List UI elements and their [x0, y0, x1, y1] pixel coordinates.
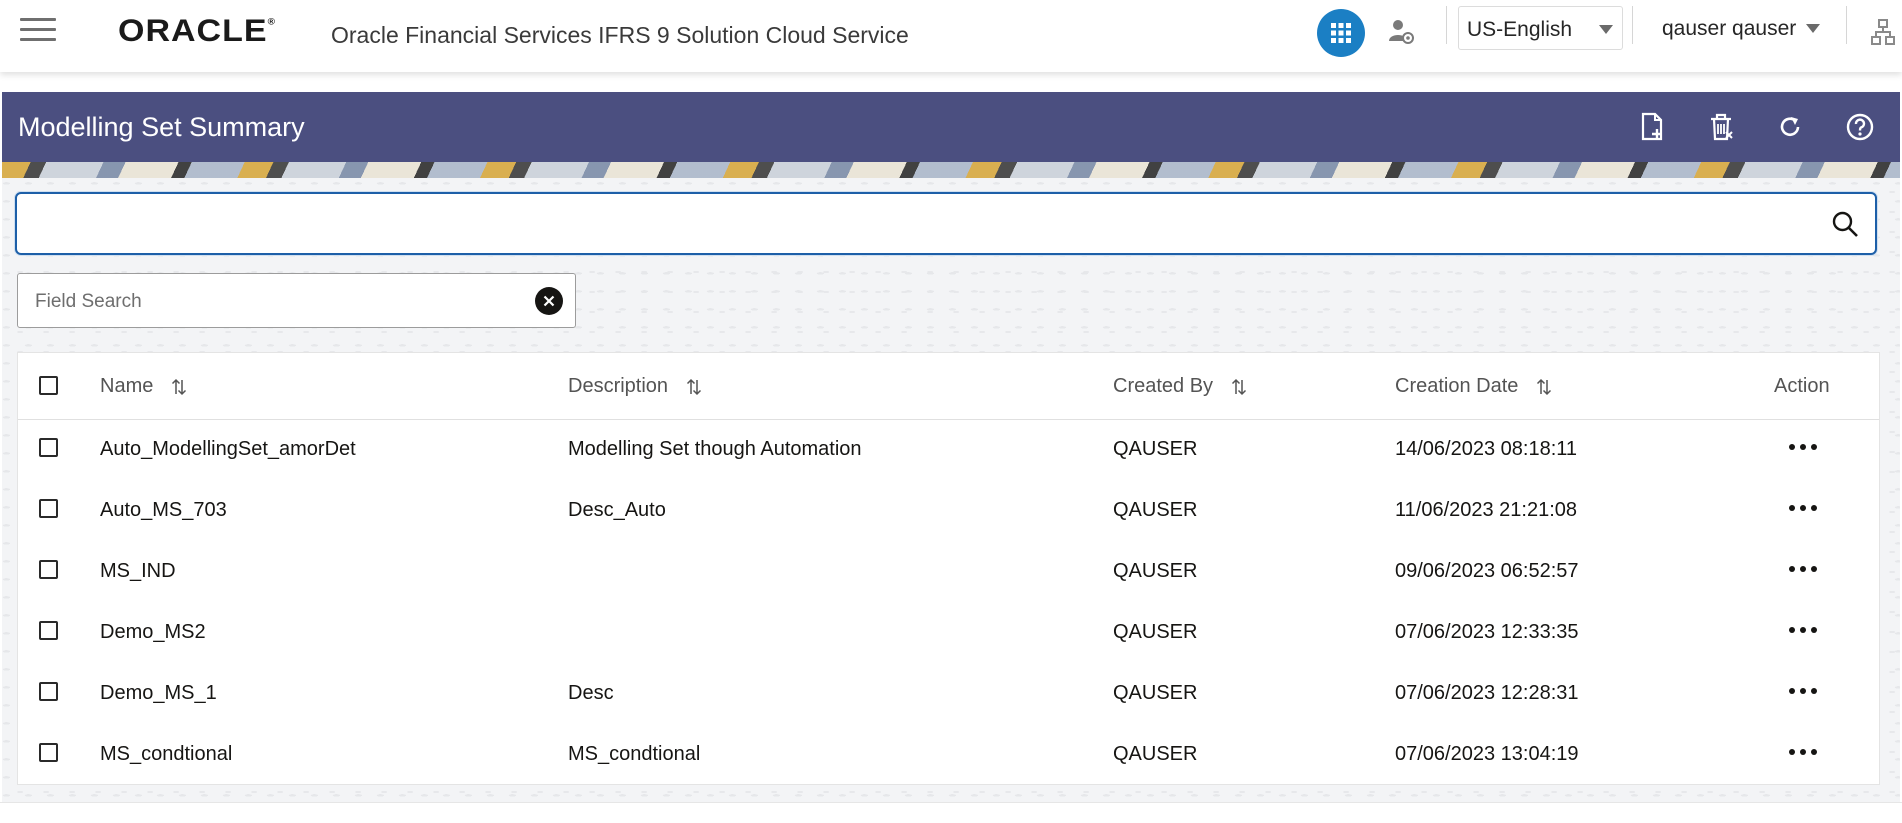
cell-name: Demo_MS_1	[100, 682, 217, 704]
table-row[interactable]: Auto_MS_703 Desc_Auto QAUSER 11/06/2023 21:…	[18, 480, 1879, 541]
table-header: Name Description Created By Creation Dat…	[18, 353, 1879, 420]
search-icon[interactable]	[1831, 210, 1859, 238]
table-row[interactable]: MS_condtional MS_condtional QAUSER 07/06/20…	[18, 724, 1879, 785]
more-actions-icon[interactable]	[1786, 498, 1820, 518]
column-header-created-by[interactable]: Created By	[1113, 375, 1247, 398]
help-icon[interactable]	[1844, 111, 1876, 143]
more-actions-icon[interactable]	[1786, 559, 1820, 579]
sort-icon[interactable]	[171, 378, 187, 396]
chevron-down-icon	[1599, 25, 1613, 34]
footer-strip	[0, 802, 1902, 823]
table-row[interactable]: MS_IND QAUSER 09/06/2023 06:52:57	[18, 541, 1879, 602]
cell-created-by: QAUSER	[1113, 560, 1198, 582]
column-header-label: Name	[100, 375, 154, 397]
language-select-value: US-English	[1467, 18, 1573, 41]
user-menu[interactable]: qauser qauser	[1660, 6, 1825, 50]
sort-icon[interactable]	[1536, 378, 1552, 396]
cell-description: MS_condtional	[568, 743, 701, 765]
top-header: ORACLE® Oracle Financial Services IFRS 9…	[0, 0, 1902, 72]
user-admin-icon[interactable]	[1386, 17, 1416, 47]
select-all-checkbox[interactable]	[39, 376, 58, 395]
page-title-bar: Modelling Set Summary	[2, 92, 1900, 162]
column-header-label: Creation Date	[1395, 375, 1519, 397]
cell-created-by: QAUSER	[1113, 743, 1198, 765]
modelling-set-table: Name Description Created By Creation Dat…	[17, 352, 1880, 785]
cell-creation-date: 14/06/2023 08:18:11	[1395, 438, 1578, 460]
cell-creation-date: 07/06/2023 12:28:31	[1395, 682, 1579, 704]
decorative-banner	[2, 162, 1900, 178]
app-title: Oracle Financial Services IFRS 9 Solutio…	[331, 22, 909, 48]
column-header-creation-date[interactable]: Creation Date	[1395, 375, 1552, 398]
language-select[interactable]: US-English	[1458, 6, 1623, 50]
more-actions-icon[interactable]	[1786, 742, 1820, 762]
search-bar	[15, 192, 1877, 255]
header-divider	[1632, 6, 1633, 44]
row-checkbox[interactable]	[39, 743, 58, 762]
row-checkbox[interactable]	[39, 499, 58, 518]
more-actions-icon[interactable]	[1786, 681, 1820, 701]
cell-creation-date: 09/06/2023 06:52:57	[1395, 560, 1579, 582]
cell-creation-date: 07/06/2023 13:04:19	[1395, 743, 1579, 765]
cell-name: Demo_MS2	[100, 621, 206, 643]
hamburger-menu-icon[interactable]	[18, 16, 58, 44]
table-row[interactable]: Demo_MS_1 Desc QAUSER 07/06/2023 12:28:31	[18, 663, 1879, 724]
table-row[interactable]: Demo_MS2 QAUSER 07/06/2023 12:33:35	[18, 602, 1879, 663]
cell-name: Auto_MS_703	[100, 499, 227, 521]
field-search	[17, 273, 576, 328]
cell-created-by: QAUSER	[1113, 438, 1198, 460]
user-name: qauser qauser	[1662, 17, 1797, 40]
cell-creation-date: 11/06/2023 21:21:08	[1395, 499, 1578, 521]
cell-name: Auto_ModellingSet_amorDet	[100, 438, 356, 460]
cell-name: MS_IND	[100, 560, 176, 582]
row-checkbox[interactable]	[39, 621, 58, 640]
column-header-description[interactable]: Description	[568, 375, 702, 398]
add-document-icon[interactable]	[1636, 111, 1668, 143]
hierarchy-icon[interactable]	[1870, 18, 1896, 46]
cell-description: Modelling Set though Automation	[568, 438, 862, 460]
header-divider	[1846, 6, 1847, 44]
sort-icon[interactable]	[1231, 378, 1247, 396]
table-row[interactable]: Auto_ModellingSet_amorDet Modelling Set t…	[18, 419, 1879, 480]
page-title: Modelling Set Summary	[18, 112, 305, 142]
clear-icon[interactable]	[535, 287, 563, 315]
row-checkbox[interactable]	[39, 438, 58, 457]
cell-description: Desc_Auto	[568, 499, 666, 521]
refresh-icon[interactable]	[1774, 111, 1806, 143]
column-header-action: Action	[1774, 375, 1830, 398]
field-search-input[interactable]	[33, 286, 517, 318]
cell-description: Desc	[568, 682, 614, 704]
cell-created-by: QAUSER	[1113, 682, 1198, 704]
column-header-name[interactable]: Name	[100, 375, 187, 398]
apps-grid-icon[interactable]	[1317, 9, 1365, 57]
sort-icon[interactable]	[686, 378, 702, 396]
oracle-logo: ORACLE®	[118, 13, 276, 49]
more-actions-icon[interactable]	[1786, 620, 1820, 640]
cell-name: MS_condtional	[100, 743, 233, 765]
column-header-label: Description	[568, 375, 669, 397]
header-divider	[1446, 6, 1447, 44]
search-input[interactable]	[31, 204, 1815, 244]
more-actions-icon[interactable]	[1786, 437, 1820, 457]
row-checkbox[interactable]	[39, 682, 58, 701]
row-checkbox[interactable]	[39, 560, 58, 579]
column-header-label: Created By	[1113, 375, 1214, 397]
delete-icon[interactable]	[1705, 111, 1737, 143]
cell-created-by: QAUSER	[1113, 499, 1198, 521]
column-header-label: Action	[1774, 375, 1830, 397]
cell-creation-date: 07/06/2023 12:33:35	[1395, 621, 1579, 643]
chevron-down-icon	[1806, 24, 1820, 33]
cell-created-by: QAUSER	[1113, 621, 1198, 643]
